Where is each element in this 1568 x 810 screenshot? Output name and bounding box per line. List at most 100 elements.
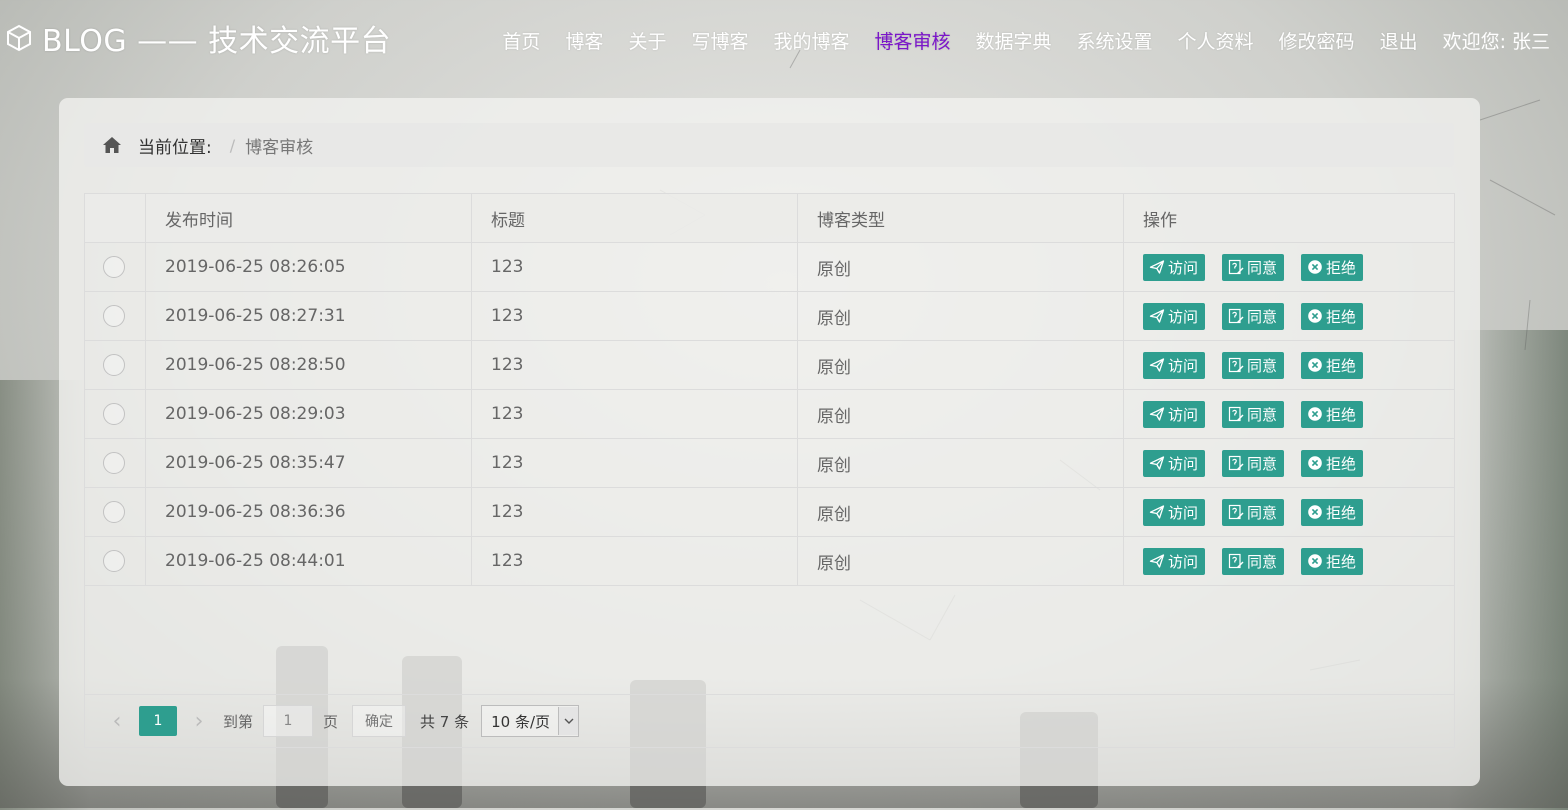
nav-item-blog-review[interactable]: 博客审核: [874, 27, 950, 54]
table-header-row: 发布时间 标题 博客类型 操作: [85, 194, 1454, 243]
title-cell: 123: [471, 536, 798, 586]
row-select-cell: [85, 291, 146, 341]
send-icon: [1149, 455, 1168, 471]
row-select-cell: [85, 242, 146, 292]
title-cell: 123: [471, 291, 798, 341]
blog-type-cell: 原创: [797, 291, 1124, 341]
actions-cell: 访问 同意 拒绝: [1123, 340, 1454, 390]
row-select-cell: [85, 340, 146, 390]
close-circle-icon: [1307, 406, 1326, 422]
close-circle-icon: [1307, 455, 1326, 471]
approve-button-label: 同意: [1247, 356, 1278, 375]
reject-button[interactable]: 拒绝: [1301, 498, 1364, 526]
welcome-label: 欢迎您:: [1442, 31, 1506, 53]
reject-button-label: 拒绝: [1326, 405, 1357, 424]
actions-cell: 访问 同意 拒绝: [1123, 487, 1454, 537]
table-row: 2019-06-25 08:27:31 123 原创 访问 同意 拒绝: [85, 291, 1454, 341]
column-header-publish-time: 发布时间: [145, 194, 472, 243]
title-cell: 123: [471, 438, 798, 488]
close-circle-icon: [1307, 259, 1326, 275]
nav-item-write-blog[interactable]: 写博客: [691, 27, 748, 54]
top-navbar: BLOG —— 技术交流平台 首页 博客 关于 写博客 我的博客 博客审核 数据…: [0, 0, 1568, 78]
nav-item-profile[interactable]: 个人资料: [1178, 27, 1254, 54]
home-icon: [103, 137, 121, 153]
approve-button[interactable]: 同意: [1222, 302, 1285, 330]
visit-button[interactable]: 访问: [1143, 498, 1206, 526]
approve-button[interactable]: 同意: [1222, 449, 1285, 477]
nav-item-blog[interactable]: 博客: [565, 27, 603, 54]
approve-button[interactable]: 同意: [1222, 253, 1285, 281]
reject-button[interactable]: 拒绝: [1301, 351, 1364, 379]
row-radio[interactable]: [103, 452, 125, 474]
pagination: ‹ 1 › 到第 页 确定 共 7 条 10 条/页: [85, 694, 1454, 747]
row-select-cell: [85, 487, 146, 537]
publish-time-cell: 2019-06-25 08:27:31: [145, 291, 472, 341]
row-select-cell: [85, 438, 146, 488]
row-select-cell: [85, 536, 146, 586]
nav-item-data-dictionary[interactable]: 数据字典: [976, 27, 1052, 54]
cube-icon: [7, 24, 31, 52]
page-size-select[interactable]: 10 条/页: [481, 705, 580, 737]
visit-button-label: 访问: [1168, 307, 1199, 326]
visit-button[interactable]: 访问: [1143, 253, 1206, 281]
row-radio[interactable]: [103, 354, 125, 376]
title-cell: 123: [471, 487, 798, 537]
actions-cell: 访问 同意 拒绝: [1123, 389, 1454, 439]
reject-button[interactable]: 拒绝: [1301, 547, 1364, 575]
goto-page-input[interactable]: [263, 705, 314, 737]
breadcrumb: 当前位置: / 博客审核: [84, 123, 1454, 167]
send-icon: [1149, 259, 1168, 275]
reject-button[interactable]: 拒绝: [1301, 302, 1364, 330]
nav-item-system-settings[interactable]: 系统设置: [1077, 27, 1153, 54]
visit-button[interactable]: 访问: [1143, 547, 1206, 575]
visit-button[interactable]: 访问: [1143, 449, 1206, 477]
goto-confirm-button[interactable]: 确定: [352, 705, 407, 737]
approve-button-label: 同意: [1247, 503, 1278, 522]
nav-item-change-password[interactable]: 修改密码: [1279, 27, 1355, 54]
approve-button[interactable]: 同意: [1222, 498, 1285, 526]
reject-button[interactable]: 拒绝: [1301, 449, 1364, 477]
edit-document-icon: [1228, 553, 1247, 569]
close-circle-icon: [1307, 308, 1326, 324]
nav-item-logout[interactable]: 退出: [1380, 27, 1418, 54]
row-radio[interactable]: [103, 501, 125, 523]
row-radio[interactable]: [103, 305, 125, 327]
table-row: 2019-06-25 08:29:03 123 原创 访问 同意 拒绝: [85, 389, 1454, 439]
table-row: 2019-06-25 08:26:05 123 原创 访问 同意 拒绝: [85, 242, 1454, 292]
breadcrumb-current: 博客审核: [245, 137, 314, 158]
reject-button-label: 拒绝: [1326, 258, 1357, 277]
reject-button[interactable]: 拒绝: [1301, 253, 1364, 281]
visit-button[interactable]: 访问: [1143, 400, 1206, 428]
nav-item-my-blogs[interactable]: 我的博客: [773, 27, 849, 54]
next-page-button[interactable]: ›: [185, 709, 213, 734]
blog-type-cell: 原创: [797, 536, 1124, 586]
page-size-value: 10 条/页: [491, 712, 551, 731]
nav-item-about[interactable]: 关于: [628, 27, 666, 54]
publish-time-cell: 2019-06-25 08:28:50: [145, 340, 472, 390]
approve-button[interactable]: 同意: [1222, 547, 1285, 575]
main-panel: 当前位置: / 博客审核 发布时间 标题 博客类型 操作 2019-06-25 …: [59, 98, 1480, 786]
edit-document-icon: [1228, 406, 1247, 422]
current-page-button[interactable]: 1: [139, 706, 177, 736]
row-select-cell: [85, 389, 146, 439]
prev-page-button[interactable]: ‹: [103, 709, 131, 734]
logo[interactable]: BLOG —— 技术交流平台: [4, 16, 391, 60]
visit-button[interactable]: 访问: [1143, 302, 1206, 330]
approve-button[interactable]: 同意: [1222, 351, 1285, 379]
actions-cell: 访问 同意 拒绝: [1123, 438, 1454, 488]
row-radio[interactable]: [103, 550, 125, 572]
visit-button-label: 访问: [1168, 405, 1199, 424]
username[interactable]: 张三: [1512, 27, 1550, 54]
reject-button[interactable]: 拒绝: [1301, 400, 1364, 428]
edit-document-icon: [1228, 259, 1247, 275]
send-icon: [1149, 308, 1168, 324]
nav-item-home[interactable]: 首页: [502, 27, 540, 54]
actions-cell: 访问 同意 拒绝: [1123, 536, 1454, 586]
row-radio[interactable]: [103, 256, 125, 278]
row-radio[interactable]: [103, 403, 125, 425]
actions-cell: 访问 同意 拒绝: [1123, 291, 1454, 341]
visit-button-label: 访问: [1168, 503, 1199, 522]
visit-button[interactable]: 访问: [1143, 351, 1206, 379]
reject-button-label: 拒绝: [1326, 552, 1357, 571]
approve-button[interactable]: 同意: [1222, 400, 1285, 428]
